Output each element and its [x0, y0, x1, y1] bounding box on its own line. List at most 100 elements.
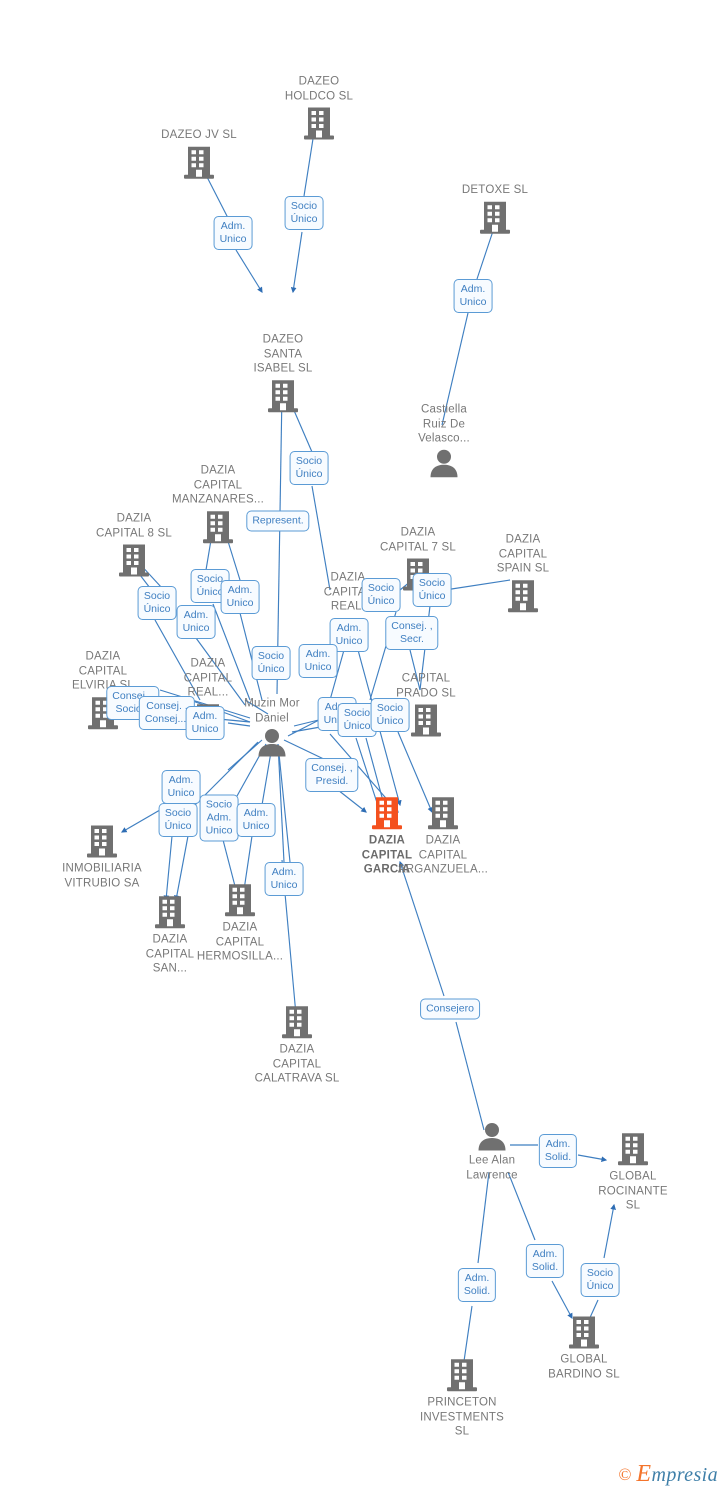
graph-node-global_bardino[interactable]: GLOBAL BARDINO SL: [524, 1315, 644, 1382]
graph-node-dazia_arganz[interactable]: DAZIA CAPITAL ARGANZUELA...: [383, 795, 503, 877]
node-label: DAZIA CAPITAL 7 SL: [380, 526, 456, 554]
edge-label-el29[interactable]: Adm. Solid.: [538, 1134, 578, 1168]
edge-label-el13[interactable]: Consej. , Secr.: [385, 616, 439, 650]
company-building-icon: [87, 825, 117, 858]
company-icon-wrap[interactable]: [223, 882, 257, 918]
edge-label-el4[interactable]: Socio Único: [289, 451, 329, 485]
edge-label-el14[interactable]: Socio Único: [251, 646, 291, 680]
edge-label-el9[interactable]: Adm. Unico: [176, 605, 216, 639]
graph-node-detoxe[interactable]: DETOXE SL: [435, 183, 555, 236]
node-label: DAZIA CAPITAL HERMOSILLA...: [196, 921, 284, 963]
edge-label-el15[interactable]: Adm. Unico: [298, 644, 338, 678]
node-label: DAZIA CAPITAL MANZANARES...: [171, 464, 265, 506]
edge-label-el18[interactable]: Adm. Unico: [185, 706, 225, 740]
person-icon-wrap[interactable]: [475, 1122, 509, 1152]
node-label: DAZEO HOLDCO SL: [284, 75, 354, 103]
graph-node-dazeo_jv[interactable]: DAZEO JV SL: [139, 128, 259, 181]
company-icon-wrap[interactable]: [266, 378, 300, 414]
edge-label-el32[interactable]: Adm. Solid.: [457, 1268, 497, 1302]
company-building-icon: [203, 510, 233, 543]
node-label: Lee Alan Lawrence: [466, 1154, 518, 1182]
graph-node-princeton[interactable]: PRINCETON INVESTMENTS SL: [402, 1357, 522, 1439]
company-building-icon: [304, 107, 334, 140]
edge-label-el30[interactable]: Adm. Solid.: [525, 1244, 565, 1278]
company-building-icon: [480, 201, 510, 234]
company-building-icon: [428, 797, 458, 830]
edge-label-el1[interactable]: Adm. Unico: [213, 216, 253, 250]
copyright-symbol: ©: [618, 1464, 632, 1484]
node-label: CAPITAL PRADO SL: [396, 672, 456, 700]
company-icon-wrap[interactable]: [426, 795, 460, 831]
company-building-icon: [268, 379, 298, 412]
person-icon-wrap[interactable]: [427, 448, 461, 478]
graph-node-muzin[interactable]: Muzin Mor Daniel: [212, 697, 332, 758]
edge-label-el2[interactable]: Socio Único: [284, 196, 324, 230]
edge-label-el23[interactable]: Adm. Unico: [161, 770, 201, 804]
node-label: DETOXE SL: [461, 183, 529, 196]
company-building-icon: [225, 884, 255, 917]
empresia-watermark: © Empresia: [619, 1461, 719, 1488]
company-icon-wrap[interactable]: [445, 1357, 479, 1393]
brand-name: Empresia: [636, 1461, 718, 1487]
node-label: Castiella Ruiz De Velasco...: [418, 403, 470, 445]
edge-label-el28[interactable]: Consejero: [420, 998, 480, 1020]
company-building-icon: [119, 544, 149, 577]
company-icon-wrap[interactable]: [201, 509, 235, 545]
node-label: GLOBAL ROCINANTE SL: [598, 1170, 668, 1212]
company-building-icon: [508, 579, 538, 612]
edge-label-el5[interactable]: Represent.: [246, 510, 310, 532]
company-building-icon: [184, 146, 214, 179]
node-label: GLOBAL BARDINO SL: [548, 1353, 620, 1381]
edge-label-el25[interactable]: Socio Adm. Unico: [199, 794, 239, 842]
person-icon: [258, 729, 286, 757]
graph-node-dazia_calat[interactable]: DAZIA CAPITAL CALATRAVA SL: [237, 1004, 357, 1086]
graph-node-inmobiliaria[interactable]: INMOBILIARIA VITRUBIO SA: [42, 824, 162, 891]
company-building-icon: [618, 1133, 648, 1166]
company-icon-wrap[interactable]: [182, 144, 216, 180]
company-icon-wrap[interactable]: [302, 106, 336, 142]
edge-label-el21[interactable]: Socio Único: [370, 698, 410, 732]
edge-label-el22[interactable]: Consej. , Presid.: [305, 758, 359, 792]
graph-node-global_rocin[interactable]: GLOBAL ROCINANTE SL: [573, 1131, 693, 1213]
node-label: DAZIA CAPITAL SPAIN SL: [496, 533, 550, 575]
company-building-icon: [447, 1359, 477, 1392]
graph-node-dazeo_holdco[interactable]: DAZEO HOLDCO SL: [259, 75, 379, 142]
edge-label-el27[interactable]: Adm. Unico: [264, 862, 304, 896]
node-label: DAZIA CAPITAL 8 SL: [96, 512, 172, 540]
company-icon-wrap[interactable]: [117, 543, 151, 579]
node-label: DAZEO JV SL: [161, 128, 237, 141]
node-label: Muzin Mor Daniel: [244, 697, 300, 725]
graph-node-castiella[interactable]: Castiella Ruiz De Velasco...: [384, 402, 504, 478]
node-label: DAZIA CAPITAL REAL...: [183, 657, 233, 699]
edge-label-el8[interactable]: Socio Único: [137, 586, 177, 620]
company-building-icon: [569, 1316, 599, 1349]
graph-node-lee_alan[interactable]: Lee Alan Lawrence: [432, 1122, 552, 1183]
company-building-icon: [282, 1006, 312, 1039]
company-icon-wrap[interactable]: [567, 1315, 601, 1351]
company-icon-wrap[interactable]: [409, 703, 443, 739]
edge-label-el26[interactable]: Adm. Unico: [236, 803, 276, 837]
node-label: PRINCETON INVESTMENTS SL: [420, 1396, 504, 1438]
company-icon-wrap[interactable]: [85, 824, 119, 860]
company-icon-wrap[interactable]: [616, 1131, 650, 1167]
edge-label-el24[interactable]: Socio Único: [158, 803, 198, 837]
person-icon-wrap[interactable]: [255, 728, 289, 758]
graph-node-dazia_spain[interactable]: DAZIA CAPITAL SPAIN SL: [463, 532, 583, 614]
person-icon: [478, 1123, 506, 1151]
graph-node-dazeo_santa[interactable]: DAZEO SANTA ISABEL SL: [223, 332, 343, 414]
edge-label-el11[interactable]: Socio Único: [412, 573, 452, 607]
network-graph-canvas: DAZEO HOLDCO SL DAZEO JV SL DETOXE SL DAZEO…: [0, 0, 728, 1500]
edge-label-el7[interactable]: Adm. Unico: [220, 580, 260, 614]
company-icon-wrap[interactable]: [478, 199, 512, 235]
node-label: DAZIA CAPITAL ARGANZUELA...: [397, 834, 489, 876]
node-label: DAZEO SANTA ISABEL SL: [253, 333, 313, 375]
person-icon: [430, 449, 458, 477]
node-label: INMOBILIARIA VITRUBIO SA: [62, 862, 142, 890]
edge-label-el31[interactable]: Socio Único: [580, 1263, 620, 1297]
company-icon-wrap[interactable]: [506, 578, 540, 614]
edge-label-el3[interactable]: Adm. Unico: [453, 279, 493, 313]
company-icon-wrap[interactable]: [280, 1004, 314, 1040]
edge-label-el10[interactable]: Socio Único: [361, 578, 401, 612]
graph-node-dazia_8[interactable]: DAZIA CAPITAL 8 SL: [74, 512, 194, 579]
node-label: DAZIA CAPITAL CALATRAVA SL: [254, 1043, 340, 1085]
